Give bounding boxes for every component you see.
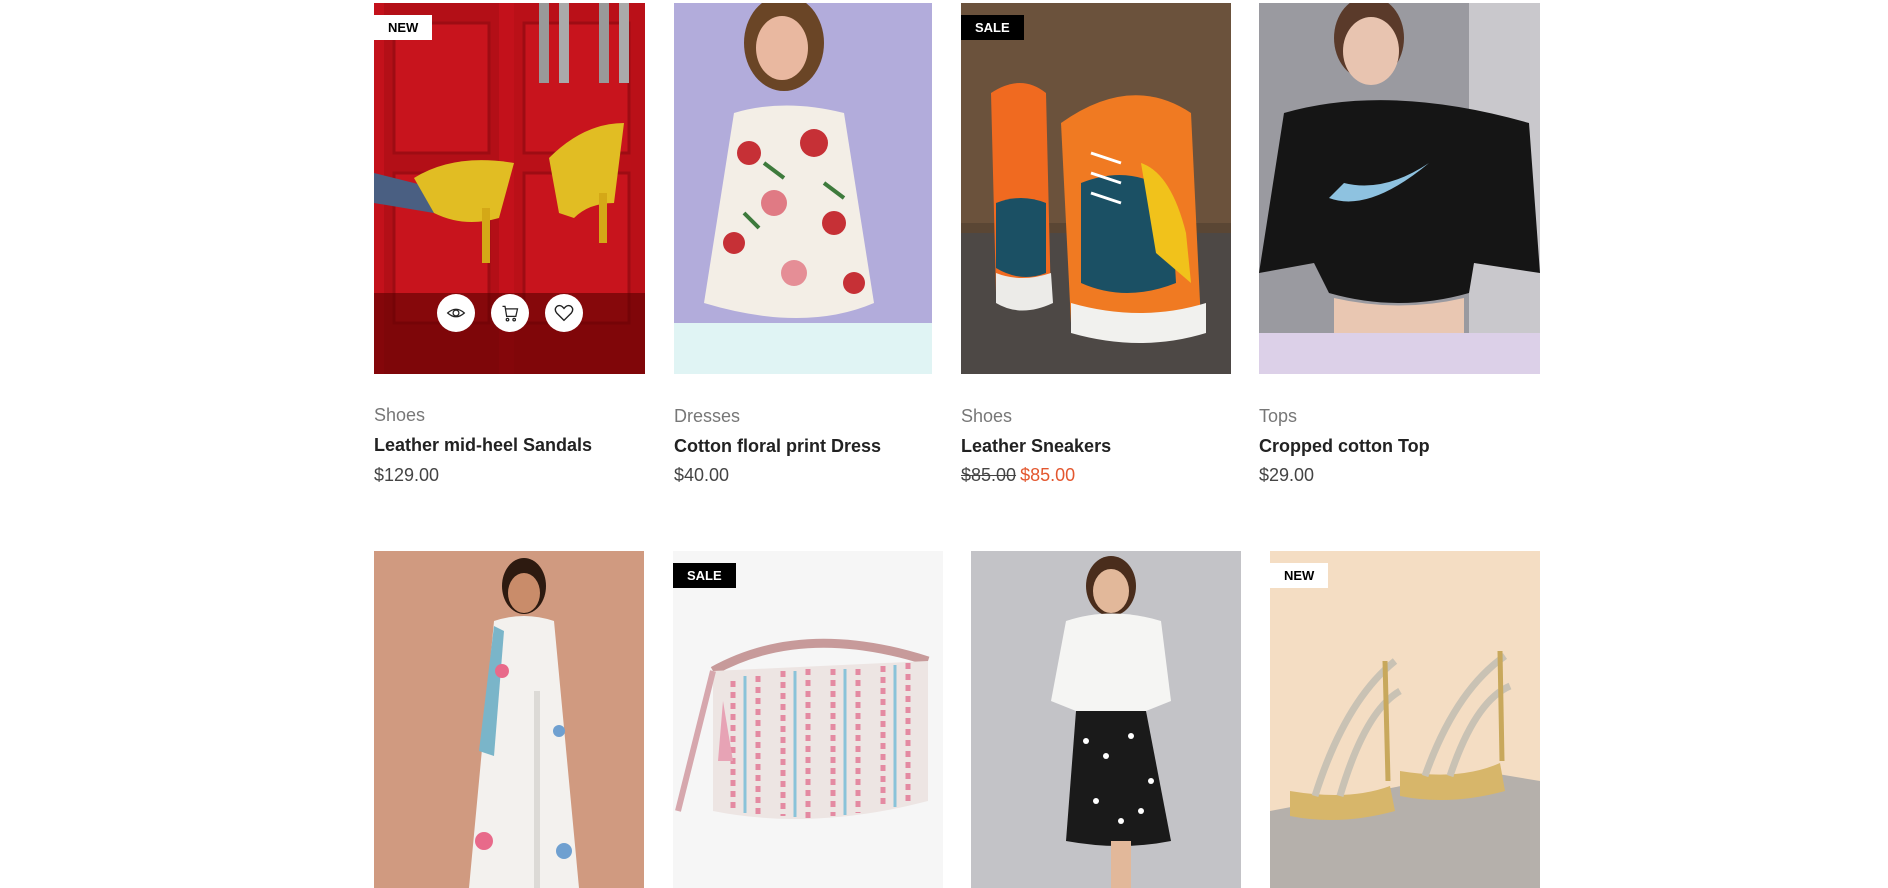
product-image[interactable]	[1259, 3, 1540, 374]
bag-photo	[673, 551, 943, 888]
sale-price: $85.00	[1020, 465, 1076, 485]
product-card-row2-1[interactable]	[374, 551, 644, 888]
dress-photo	[674, 3, 932, 374]
product-image[interactable]: NEW	[1270, 551, 1540, 888]
product-category[interactable]: Shoes	[374, 405, 425, 426]
top-photo	[1259, 3, 1540, 374]
add-to-wishlist-button[interactable]	[544, 294, 583, 332]
product-card-cotton-floral-print-dress[interactable]: Dresses Cotton floral print Dress $40.00	[674, 3, 932, 493]
product-card-cropped-cotton-top[interactable]: Tops Cropped cotton Top $29.00	[1259, 3, 1540, 493]
product-image[interactable]	[971, 551, 1241, 888]
product-price: $40.00	[674, 465, 730, 485]
product-title[interactable]: Cotton floral print Dress	[674, 436, 881, 457]
sneakers-photo	[961, 3, 1231, 374]
printed-dress-photo	[374, 551, 644, 888]
hover-actions	[374, 294, 645, 332]
product-image[interactable]: SALE	[673, 551, 943, 888]
product-category[interactable]: Dresses	[674, 406, 740, 427]
product-image[interactable]	[374, 551, 644, 888]
product-card-row2-3[interactable]	[971, 551, 1241, 888]
product-image[interactable]	[674, 3, 932, 374]
new-badge: NEW	[374, 15, 433, 40]
sale-badge: SALE	[961, 15, 1024, 40]
product-title[interactable]: Cropped cotton Top	[1259, 436, 1430, 457]
quick-view-button[interactable]	[436, 294, 475, 332]
sale-badge: SALE	[673, 563, 736, 588]
product-category[interactable]: Shoes	[961, 406, 1012, 427]
product-card-row2-4[interactable]: NEW	[1270, 551, 1540, 888]
product-card-leather-mid-heel-sandals[interactable]: NEW Shoes Leather mid-heel Sandals $129.…	[374, 3, 645, 493]
heart-icon	[554, 304, 573, 322]
heels-photo	[1270, 551, 1540, 888]
add-to-cart-button[interactable]	[490, 294, 529, 332]
eye-icon	[446, 308, 465, 318]
product-title[interactable]: Leather Sneakers	[961, 436, 1111, 457]
product-price: $129.00	[374, 465, 440, 485]
original-price: $85.00	[961, 465, 1017, 485]
cart-icon	[502, 305, 518, 322]
product-image[interactable]: NEW	[374, 3, 645, 374]
new-badge: NEW	[1270, 563, 1329, 588]
product-category[interactable]: Tops	[1259, 406, 1297, 427]
skirt-outfit-photo	[971, 551, 1241, 888]
product-card-leather-sneakers[interactable]: SALE Shoes Leather Sneakers $85.00 $85.00	[961, 3, 1231, 493]
product-price: $29.00	[1259, 465, 1315, 485]
product-image[interactable]: SALE	[961, 3, 1231, 374]
product-price: $85.00 $85.00	[961, 465, 1075, 486]
product-card-row2-2[interactable]: SALE	[673, 551, 943, 888]
product-title[interactable]: Leather mid-heel Sandals	[374, 435, 592, 456]
